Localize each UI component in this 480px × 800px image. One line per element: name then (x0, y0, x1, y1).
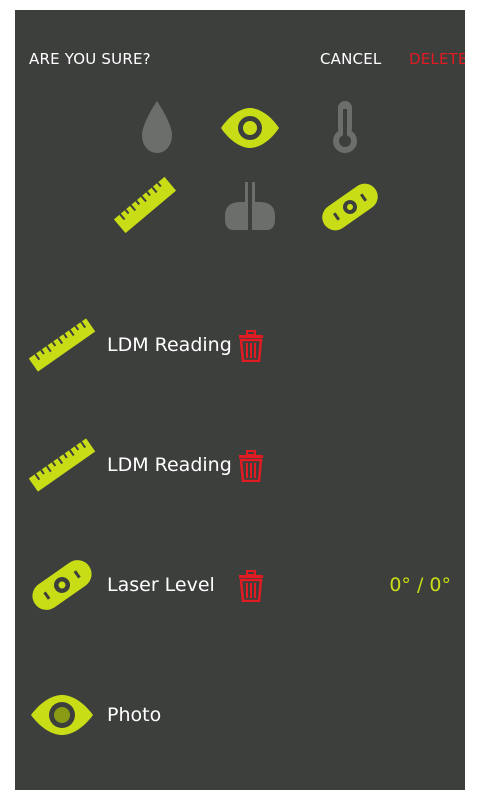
top-bar: ARE YOU SURE? CANCEL DELETE (15, 10, 465, 105)
delete-reading-button[interactable] (237, 330, 265, 362)
reading-row-ldm-2[interactable]: LDM Reading (15, 420, 465, 510)
filter-cartridge[interactable] (215, 170, 285, 240)
cancel-button[interactable]: CANCEL (320, 50, 381, 68)
reading-row-ldm-1[interactable]: LDM Reading (15, 300, 465, 390)
trash-icon (239, 570, 263, 602)
reading-label: Photo (107, 704, 162, 726)
confirm-title: ARE YOU SURE? (29, 50, 151, 68)
phone-screen: ARE YOU SURE? CANCEL DELETE LDM Reading … (15, 10, 465, 790)
filter-laser-level[interactable] (315, 172, 385, 242)
laser-level-icon (322, 183, 378, 231)
filter-ruler[interactable] (110, 170, 180, 240)
eye-icon (221, 108, 279, 148)
reading-row-laser-level[interactable]: Laser Level 0° / 0° (15, 540, 465, 630)
water-drop-icon (142, 101, 172, 153)
delete-reading-button[interactable] (237, 450, 265, 482)
row-eye (27, 680, 97, 750)
laser-level-icon (32, 560, 92, 610)
row-ruler (27, 310, 97, 380)
reading-label: Laser Level (107, 574, 215, 596)
ruler-icon (28, 318, 96, 372)
filter-water-drop[interactable] (122, 93, 192, 163)
filter-eye[interactable] (215, 93, 285, 163)
delete-reading-button[interactable] (237, 570, 265, 602)
reading-label: LDM Reading (107, 454, 232, 476)
laser-level-value: 0° / 0° (389, 574, 451, 596)
reading-row-photo[interactable]: Photo (15, 670, 465, 760)
row-ruler (27, 430, 97, 500)
trash-icon (239, 450, 263, 482)
trash-icon (239, 330, 263, 362)
eye-icon (31, 695, 93, 735)
row-laser-level (27, 550, 97, 620)
ruler-icon (113, 176, 177, 234)
thermometer-icon (333, 101, 357, 153)
ruler-icon (28, 438, 96, 492)
reading-label: LDM Reading (107, 334, 232, 356)
cartridge-icon (225, 182, 275, 230)
delete-button[interactable]: DELETE (409, 50, 465, 68)
filter-thermometer[interactable] (310, 93, 380, 163)
